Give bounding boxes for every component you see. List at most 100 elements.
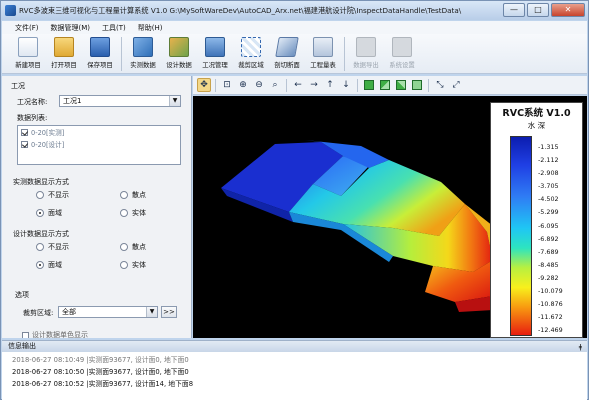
measured-data-label: 实测数据 [130, 61, 156, 69]
workcondition-button[interactable]: 工况管理 [197, 34, 233, 72]
checkbox-design[interactable] [21, 140, 28, 148]
zoom-window-icon[interactable]: ⌕ [268, 78, 282, 92]
section-cut-button[interactable]: 剖切断面 [269, 34, 305, 72]
toolbar-separator [357, 78, 358, 92]
measured-data-icon [133, 37, 153, 57]
arrow-up-icon[interactable]: ↑ [323, 78, 337, 92]
save-project-button[interactable]: 保存项目 [82, 34, 118, 72]
measured-data-button[interactable]: 实测数据 [125, 34, 161, 72]
legend-tick: -8.485 [538, 260, 559, 269]
log-line: 2018-06-27 08:10:50 |实测面93677, 设计面0, 地下面… [12, 368, 189, 376]
datalist-label: 数据列表: [17, 114, 48, 122]
info-output-panel: 信息输出 ǂ 2018-06-27 08:10:49 |实测面93677, 设计… [2, 340, 587, 400]
measured-radio-surface[interactable]: 面域 [36, 208, 62, 218]
view-side-icon[interactable] [396, 80, 406, 90]
pan-rotate-icon[interactable]: ✥ [197, 78, 211, 92]
design-radio-surface[interactable]: 面域 [36, 260, 62, 270]
new-project-icon [18, 37, 38, 57]
menu-file[interactable]: 文件(F) [10, 22, 44, 34]
legend-tick: -11.672 [538, 313, 563, 322]
title-bar[interactable]: RVC多波束三维可视化与工程量计算系统 V1.0 G:\MySoftWareDe… [1, 1, 588, 20]
radio-label: 不显示 [48, 191, 69, 199]
list-item[interactable]: 0-20[实测] [18, 126, 180, 138]
checkbox-measured[interactable] [21, 128, 28, 136]
measured-display-title: 实测数据显示方式 [13, 178, 69, 186]
arrow-right-icon[interactable]: → [307, 78, 321, 92]
list-item[interactable]: 0-20[设计] [18, 138, 180, 150]
minimize-button[interactable]: — [503, 3, 525, 17]
system-settings-label: 系统设置 [389, 61, 415, 69]
maximize-button[interactable]: □ [527, 3, 549, 17]
design-radio-none[interactable]: 不显示 [36, 242, 69, 252]
legend-tick: -4.502 [538, 195, 559, 204]
crop-region-label: 裁剪区域: [23, 309, 54, 317]
save-disk-icon [90, 37, 110, 57]
app-icon [5, 5, 16, 16]
arrow-down-icon[interactable]: ↓ [339, 78, 353, 92]
crop-region-select[interactable]: 全部 ▼ [58, 306, 158, 318]
view-iso-icon[interactable] [412, 80, 422, 90]
design-data-icon [169, 37, 189, 57]
radio-circle [120, 261, 128, 269]
crop-region-button[interactable]: 裁剪区域 [233, 34, 269, 72]
design-radio-points[interactable]: 散点 [120, 242, 146, 252]
close-button[interactable]: ✕ [551, 3, 585, 17]
zoom-in-icon[interactable]: ⊕ [236, 78, 250, 92]
axis-icon[interactable]: ⤡ [433, 78, 447, 92]
crop-region-label: 裁剪区域 [238, 61, 264, 69]
legend-subtitle: 水 深 [527, 121, 546, 130]
design-radio-solid[interactable]: 实体 [120, 260, 146, 270]
quantity-table-label: 工程量表 [310, 61, 336, 69]
workcond-select[interactable]: 工况1 ▼ [59, 95, 181, 107]
measured-radio-points[interactable]: 散点 [120, 190, 146, 200]
menu-help[interactable]: 帮助(H) [133, 22, 168, 34]
view-front-icon[interactable] [380, 80, 390, 90]
radio-circle [120, 243, 128, 251]
legend-tick-labels: -1.315 -2.112 -2.908 -3.705 -4.502 -5.29… [538, 141, 563, 337]
view-top-icon[interactable] [364, 80, 374, 90]
measured-radio-solid[interactable]: 实体 [120, 208, 146, 218]
legend-color-bar [510, 136, 532, 336]
workcondition-icon [205, 37, 225, 57]
legend-tick: -6.095 [538, 221, 559, 230]
arrow-left-icon[interactable]: ← [291, 78, 305, 92]
open-project-button[interactable]: 打开项目 [46, 34, 82, 72]
save-project-label: 保存项目 [87, 61, 113, 69]
partial-option-row[interactable]: 设计数据单色显示 [22, 330, 88, 338]
crop-expand-button[interactable]: >> [161, 306, 177, 318]
left-panel: 工况 工况名称: 工况1 ▼ 数据列表: 0-20[实测] 0-20[设计] 实… [2, 76, 192, 338]
toolbar-separator [121, 37, 122, 71]
zoom-out-icon[interactable]: ⊖ [252, 78, 266, 92]
legend-tick: -3.705 [538, 182, 559, 191]
legend-tick: -5.299 [538, 208, 559, 217]
design-data-button[interactable]: 设计数据 [161, 34, 197, 72]
zoom-extents-icon[interactable]: ⊡ [220, 78, 234, 92]
legend-tick: -6.892 [538, 234, 559, 243]
crop-region-icon [241, 37, 261, 57]
radio-circle [36, 209, 44, 217]
toolbar-separator [344, 37, 345, 71]
menu-tools[interactable]: 工具(T) [97, 22, 131, 34]
measured-radio-none[interactable]: 不显示 [36, 190, 69, 200]
list-item-label: 0-20[设计] [31, 141, 65, 149]
radio-label: 不显示 [48, 243, 69, 251]
design-data-label: 设计数据 [166, 61, 192, 69]
export-data-button[interactable]: 数据导出 [348, 34, 384, 72]
chevron-down-icon: ▼ [146, 307, 157, 317]
system-settings-button[interactable]: 系统设置 [384, 34, 420, 72]
radio-circle [36, 261, 44, 269]
radio-label: 散点 [132, 243, 146, 251]
radio-circle [120, 209, 128, 217]
quantity-table-button[interactable]: 工程量表 [305, 34, 341, 72]
info-output-title: 信息输出 ǂ [2, 341, 587, 352]
pin-icon[interactable]: ǂ [579, 342, 582, 353]
menu-data-management[interactable]: 数据管理(M) [46, 22, 96, 34]
toolbar-separator [286, 78, 287, 92]
measure-icon[interactable]: ⤢ [449, 78, 463, 92]
data-list[interactable]: 0-20[实测] 0-20[设计] [17, 125, 181, 165]
log-line: 2018-06-27 08:10:52 |实测面93677, 设计面14, 地下… [12, 380, 194, 388]
checkbox-single-color[interactable] [22, 331, 29, 338]
new-project-label: 新建项目 [15, 61, 41, 69]
new-project-button[interactable]: 新建项目 [10, 34, 46, 72]
settings-icon [392, 37, 412, 57]
